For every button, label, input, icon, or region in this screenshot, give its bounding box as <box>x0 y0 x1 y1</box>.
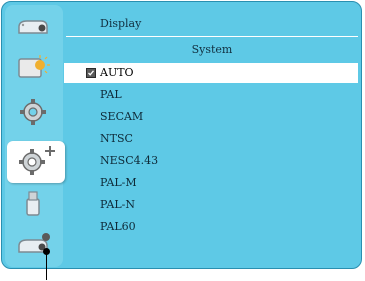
gear-plus-icon <box>14 143 58 181</box>
projector-icon <box>13 13 53 43</box>
menu-content: Display System AUTO PAL SECAM NTSC NESC4… <box>64 9 358 265</box>
sidebar-item-memory-viewer[interactable] <box>10 189 56 223</box>
list-item-label: NESC4.43 <box>100 154 159 167</box>
sidebar-item-expanded-setting[interactable] <box>7 141 65 183</box>
sidebar-item-display[interactable] <box>10 11 56 45</box>
list-item-pal60[interactable]: PAL60 <box>64 217 358 237</box>
list-item-label: PAL-N <box>100 198 135 211</box>
osd-menu-window: Display System AUTO PAL SECAM NTSC NESC4… <box>1 1 362 269</box>
list-item-pal-m[interactable]: PAL-M <box>64 173 358 193</box>
list-item-label: PAL-M <box>100 176 137 189</box>
page-title: System <box>191 43 233 56</box>
checkbox-checked-icon <box>86 68 96 78</box>
list-item-nesc443[interactable]: NESC4.43 <box>64 151 358 171</box>
list-item-pal-n[interactable]: PAL-N <box>64 195 358 215</box>
list-item-secam[interactable]: SECAM <box>64 107 358 127</box>
breadcrumb: Display <box>66 13 358 37</box>
list-item-pal[interactable]: PAL <box>64 85 358 105</box>
projector-info-icon <box>13 230 53 262</box>
list-item-label: AUTO <box>100 66 134 79</box>
sidebar-item-setting[interactable] <box>10 97 56 131</box>
gear-icon <box>16 96 50 132</box>
picture-adjust-icon <box>13 53 53 87</box>
usb-icon <box>21 189 45 223</box>
list-item-label: PAL <box>100 88 122 101</box>
list-item-label: PAL60 <box>100 220 136 233</box>
list-item-auto[interactable]: AUTO <box>64 63 358 83</box>
list-item-ntsc[interactable]: NTSC <box>64 129 358 149</box>
callout-pointer-line <box>46 252 47 280</box>
menu-sidebar <box>5 5 65 267</box>
list-item-label: NTSC <box>100 132 133 145</box>
list-item-label: SECAM <box>100 110 144 123</box>
sidebar-item-information[interactable] <box>10 229 56 263</box>
sidebar-item-image[interactable] <box>10 53 56 87</box>
